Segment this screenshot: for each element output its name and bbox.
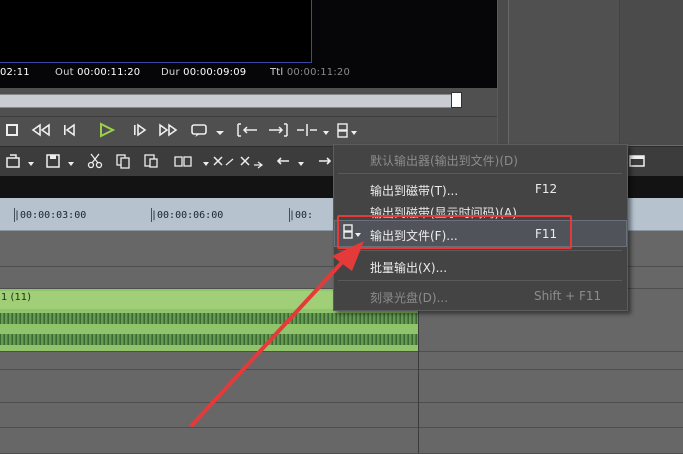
menu-shortcut: F12 [535, 182, 558, 196]
mark-in-icon[interactable] [235, 121, 261, 139]
ripple-delete-icon[interactable] [238, 152, 266, 170]
duration-timecode: Dur 00:00:09:09 [161, 67, 247, 78]
mark-out-icon[interactable] [265, 121, 291, 139]
loop-icon[interactable] [190, 121, 226, 139]
menu-shortcut: Shift + F11 [534, 289, 602, 303]
track[interactable] [0, 428, 683, 454]
delete-icon[interactable] [200, 152, 236, 170]
menu-separator [338, 173, 622, 174]
output-icon[interactable] [336, 121, 360, 139]
ruler-label: |00:00:03:00 [14, 210, 87, 221]
track[interactable] [0, 403, 683, 428]
seek-bar[interactable] [0, 94, 456, 108]
menu-item-batch-output[interactable]: 批量输出(X)... [370, 259, 447, 276]
seek-handle[interactable] [451, 92, 462, 108]
menu-separator [338, 280, 622, 281]
menu-separator [338, 250, 622, 251]
open-project-icon[interactable] [4, 152, 38, 170]
step-back-icon[interactable] [60, 121, 80, 139]
in-timecode: 02:11 [0, 67, 30, 78]
rewind-icon[interactable] [30, 121, 52, 139]
highlight-annotation-box [337, 215, 572, 249]
undo-icon[interactable] [274, 152, 310, 170]
ruler-label: |00:00:06:00 [151, 210, 224, 221]
redo-icon[interactable] [316, 152, 334, 170]
audio-waveform [0, 334, 418, 345]
menu-item-output-to-tape[interactable]: 输出到磁带(T)... [370, 182, 458, 199]
save-icon[interactable] [44, 152, 78, 170]
clip-label: 1 (11) [1, 292, 32, 303]
menu-item-default-output[interactable]: 默认输出器(输出到文件)(D) [370, 152, 518, 169]
cut-icon[interactable] [87, 152, 103, 170]
stop-icon[interactable] [5, 121, 19, 139]
copy-icon[interactable] [114, 152, 132, 170]
track[interactable] [0, 370, 683, 403]
total-timecode: Ttl 00:00:11:20 [270, 67, 351, 78]
play-icon[interactable] [97, 121, 117, 139]
out-timecode: Out 00:00:11:20 [55, 67, 141, 78]
split-icon[interactable] [295, 121, 333, 139]
audio-waveform [0, 313, 418, 324]
preview-frame [0, 0, 312, 63]
ruler-label: |00: [289, 210, 314, 221]
paste-icon[interactable] [142, 152, 160, 170]
step-forward-icon[interactable] [130, 121, 150, 139]
track[interactable] [0, 352, 683, 370]
fast-forward-icon[interactable] [157, 121, 179, 139]
ripple-icon[interactable] [172, 152, 196, 170]
menu-item-burn-disc[interactable]: 刻录光盘(D)... [370, 289, 448, 306]
right-panel-divider [508, 0, 620, 145]
monitor-layout-icon[interactable] [628, 152, 652, 170]
